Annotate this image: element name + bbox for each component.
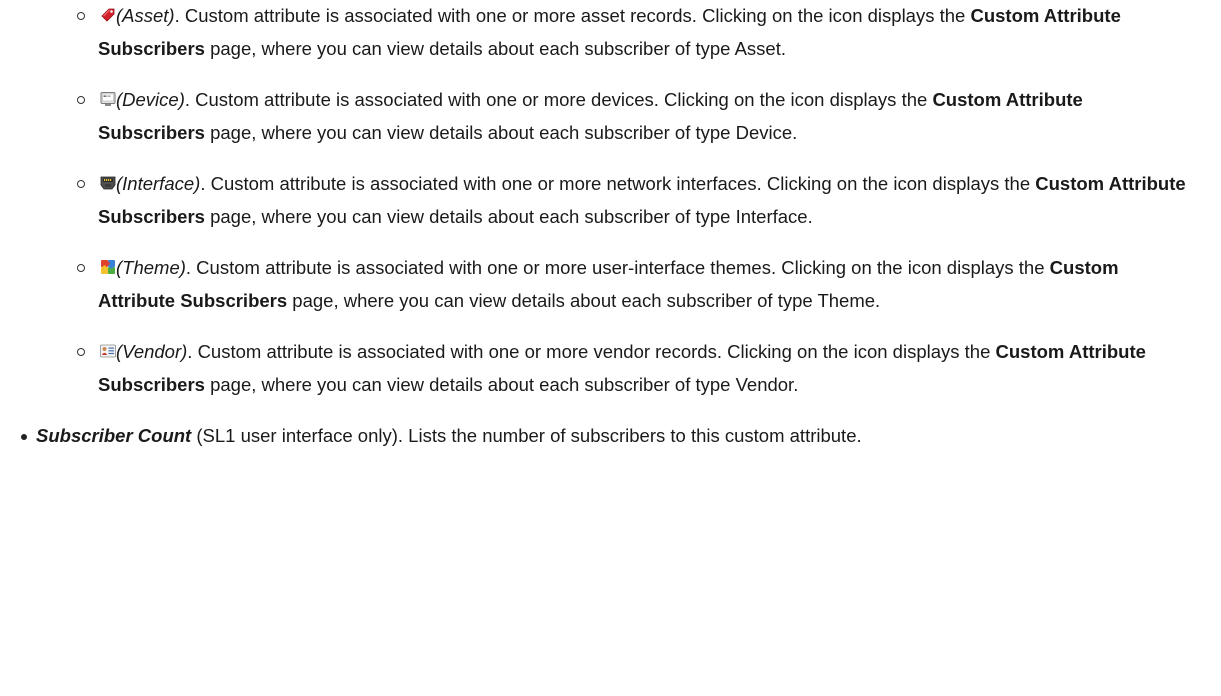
- description-theme-part1: . Custom attribute is associated with on…: [185, 257, 1050, 278]
- documentation-page: (Asset). Custom attribute is associated …: [0, 0, 1221, 696]
- description-device-part2: page, where you can view details about e…: [204, 121, 798, 143]
- description-device-part1: . Custom attribute is associated with on…: [184, 89, 933, 110]
- network-interface-icon[interactable]: [100, 175, 116, 191]
- subscriber-type-list: (Asset). Custom attribute is associated …: [0, 0, 1221, 401]
- hollow-bullet: [77, 12, 85, 20]
- hollow-bullet: [77, 264, 85, 272]
- vendor-card-icon[interactable]: [100, 343, 116, 359]
- description-asset-part1: . Custom attribute is associated with on…: [174, 5, 971, 26]
- list-item-device: (Device). Custom attribute is associated…: [0, 84, 1221, 149]
- description-asset-part2: page, where you can view details about e…: [204, 37, 786, 59]
- subscriber-count-description: (SL1 user interface only). Lists the num…: [191, 425, 862, 446]
- type-label-device: (Device): [116, 89, 185, 110]
- type-label-interface: (Interface): [116, 173, 201, 194]
- description-interface-part1: . Custom attribute is associated with on…: [200, 173, 1036, 194]
- device-monitor-icon[interactable]: [100, 91, 116, 107]
- list-item-theme: (Theme). Custom attribute is associated …: [0, 252, 1221, 317]
- list-item-vendor: (Vendor). Custom attribute is associated…: [0, 336, 1221, 401]
- hollow-bullet: [77, 180, 85, 188]
- asset-tag-icon[interactable]: [100, 7, 116, 23]
- list-item-interface: (Interface). Custom attribute is associa…: [0, 168, 1221, 233]
- hollow-bullet: [77, 96, 85, 104]
- theme-puzzle-icon[interactable]: [100, 259, 116, 275]
- filled-bullet: [21, 434, 27, 440]
- subscriber-count-label: Subscriber Count: [36, 425, 192, 446]
- description-vendor-part2: page, where you can view details about e…: [204, 373, 799, 395]
- list-item-asset: (Asset). Custom attribute is associated …: [0, 0, 1221, 65]
- type-label-theme: (Theme): [116, 257, 186, 278]
- type-label-asset: (Asset): [116, 5, 175, 26]
- type-label-vendor: (Vendor): [116, 341, 188, 362]
- description-vendor-part1: . Custom attribute is associated with on…: [187, 341, 996, 362]
- subscriber-count-item: Subscriber Count (SL1 user interface onl…: [0, 420, 1221, 453]
- hollow-bullet: [77, 348, 85, 356]
- description-theme-part2: page, where you can view details about e…: [287, 289, 881, 311]
- description-interface-part2: page, where you can view details about e…: [204, 205, 813, 227]
